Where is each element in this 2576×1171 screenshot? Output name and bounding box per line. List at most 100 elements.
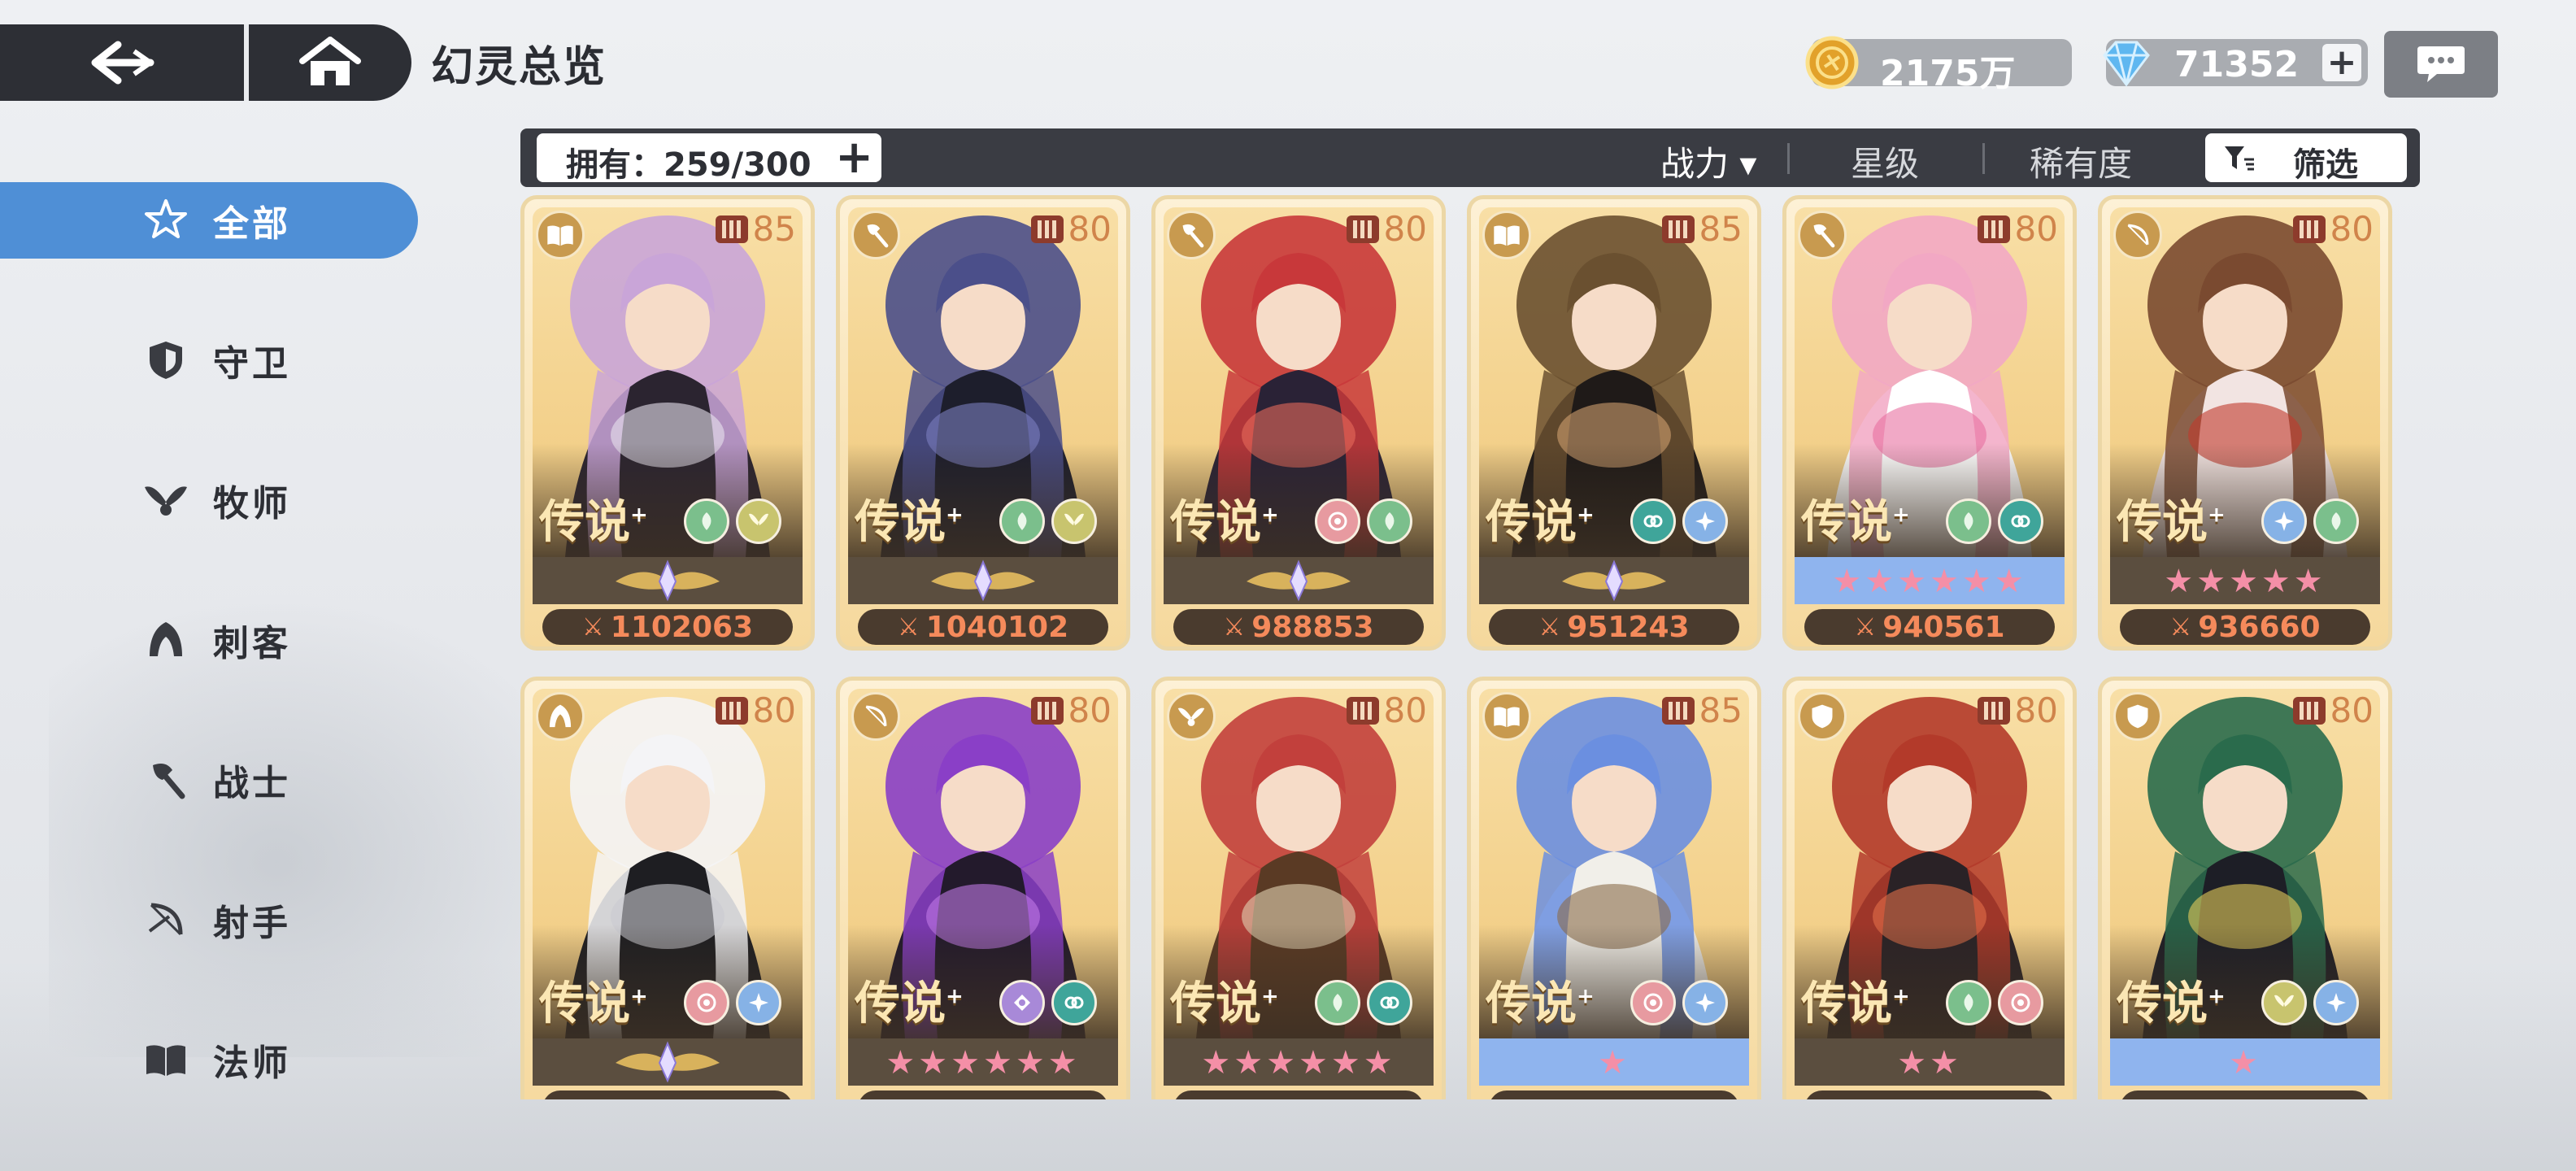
power-value xyxy=(542,1090,793,1099)
power-value xyxy=(858,1090,1108,1099)
sidebar-item-guardian[interactable]: 守卫 xyxy=(0,322,418,398)
star-band: ★★★★★ xyxy=(2110,557,2380,604)
filter-button[interactable]: 筛选 xyxy=(2205,133,2407,184)
element-icons xyxy=(684,980,781,1025)
level-display: 85 xyxy=(1661,690,1743,730)
crossed-swords-icon: ⚔ xyxy=(897,612,920,642)
element-icons xyxy=(1630,498,1728,544)
shield-icon xyxy=(2113,692,2162,741)
star-rating: ★ xyxy=(2229,1044,2261,1082)
level-value: 80 xyxy=(1068,690,1112,730)
book-icon xyxy=(143,1037,189,1082)
book-icon xyxy=(536,211,585,259)
rarity-text: 传说 xyxy=(539,495,630,549)
sidebar-item-label: 法师 xyxy=(213,1043,291,1084)
swirl-element-icon xyxy=(1998,980,2043,1025)
sidebar-item-archer[interactable]: 射手 xyxy=(0,882,418,958)
hero-card[interactable]: 80 传说+ ★★★★★★ ⚔ 940561 xyxy=(1782,195,2077,651)
bow-icon xyxy=(2113,211,2162,259)
rarity-text: 传说 xyxy=(2117,977,2208,1030)
chat-bubble-icon xyxy=(2417,46,2465,82)
star-band xyxy=(1479,557,1749,604)
level-value: 80 xyxy=(2330,690,2374,730)
level-display: 80 xyxy=(1346,209,1427,249)
star-band xyxy=(848,557,1118,604)
axe-icon xyxy=(1167,211,1216,259)
ice-element-icon xyxy=(736,980,781,1025)
element-icons xyxy=(999,498,1097,544)
sidebar-item-assassin[interactable]: 刺客 xyxy=(0,602,418,678)
leaf-element-icon xyxy=(999,498,1045,544)
level-value: 85 xyxy=(1699,209,1743,249)
element-icons xyxy=(2261,498,2359,544)
hero-card[interactable]: 85 传说+ ⚔ 951243 xyxy=(1467,195,1761,651)
level-icon xyxy=(1661,696,1695,725)
rarity-text: 传说 xyxy=(2117,495,2208,549)
crossed-swords-icon: ⚔ xyxy=(1854,612,1877,642)
leaf-element-icon xyxy=(1946,980,1991,1025)
star-band xyxy=(533,1038,803,1086)
rarity-text: 传说 xyxy=(855,977,946,1030)
back-button[interactable] xyxy=(0,24,244,101)
sidebar-item-mage[interactable]: 法师 xyxy=(0,1021,418,1098)
sort-by-star[interactable]: 星级 xyxy=(1851,137,1919,186)
power-number: 940561 xyxy=(1882,610,2005,644)
star-band: ★ xyxy=(1479,1038,1749,1086)
hero-card[interactable]: 80 传说+ ★ xyxy=(2098,677,2392,1099)
rarity-label: 传说+ xyxy=(1170,495,1279,549)
sidebar-item-priest[interactable]: 牧师 xyxy=(0,462,418,538)
level-value: 80 xyxy=(1383,690,1427,730)
owned-count-box[interactable]: 拥有：259/300 + xyxy=(537,133,881,184)
level-display: 80 xyxy=(1977,209,2058,249)
expand-capacity-button[interactable]: + xyxy=(835,133,873,182)
level-value: 80 xyxy=(752,690,796,730)
rarity-text: 传说 xyxy=(1486,977,1577,1030)
gem-counter: 71352 + xyxy=(2103,39,2368,87)
power-value xyxy=(2120,1090,2370,1099)
hero-card-grid: 85 传说+ ⚔1102063 80 传说+ ⚔1040102 80 传说+ xyxy=(520,195,2420,1099)
sidebar-item-label: 牧师 xyxy=(213,483,291,525)
sort-by-power[interactable]: 战力 ▾ xyxy=(1660,137,1756,186)
add-gems-button[interactable]: + xyxy=(2322,44,2361,81)
hero-card[interactable]: 80 传说+ ⚔ 1040102 xyxy=(836,195,1130,651)
hero-card[interactable]: 85 传说+ ★ xyxy=(1467,677,1761,1099)
power-value xyxy=(1804,1090,2055,1099)
gold-value: 2175万 xyxy=(1880,53,2016,94)
level-icon xyxy=(1030,215,1064,243)
filter-label: 筛选 xyxy=(2293,146,2358,184)
filter-bar: 拥有：259/300 + 战力 ▾ 星级 稀有度 筛选 xyxy=(520,128,2420,187)
power-number: 1102063 xyxy=(610,610,754,644)
level-display: 80 xyxy=(2292,690,2374,730)
element-icons xyxy=(1630,980,1728,1025)
home-button[interactable] xyxy=(249,24,411,101)
crossed-swords-icon: ⚔ xyxy=(581,612,604,642)
star-band: ★★★★★★ xyxy=(1164,1038,1434,1086)
star-band xyxy=(533,557,803,604)
hood-icon xyxy=(143,617,189,663)
hero-card[interactable]: 80 传说+ ★★★★★ ⚔ 936660 xyxy=(2098,195,2392,651)
sort-by-rarity[interactable]: 稀有度 xyxy=(2030,137,2132,186)
level-value: 80 xyxy=(1383,209,1427,249)
hero-card[interactable]: 80 传说+ ★★★★★★ xyxy=(1151,677,1446,1099)
star-rating: ★★★★★★ xyxy=(1832,563,2027,600)
hero-card[interactable]: 80 传说+ ★★ xyxy=(1782,677,2077,1099)
ring-element-icon xyxy=(1630,498,1676,544)
rarity-label: 传说+ xyxy=(1486,495,1595,549)
hero-card[interactable]: 80 传说+ xyxy=(520,677,815,1099)
hero-card[interactable]: 80 传说+ ⚔ 988853 xyxy=(1151,195,1446,651)
sidebar-item-warrior[interactable]: 战士 xyxy=(0,742,418,818)
level-display: 85 xyxy=(1661,209,1743,249)
chat-button[interactable] xyxy=(2384,31,2498,98)
hero-card[interactable]: 80 传说+ ★★★★★★ xyxy=(836,677,1130,1099)
rarity-label: 传说+ xyxy=(539,977,648,1030)
sidebar-item-all[interactable]: 全部 xyxy=(0,182,418,259)
wing-element-icon xyxy=(2261,980,2307,1025)
leaf-element-icon xyxy=(1946,498,1991,544)
hero-card[interactable]: 85 传说+ ⚔ 1102063 xyxy=(520,195,815,651)
star-band: ★ xyxy=(2110,1038,2380,1086)
bow-icon xyxy=(851,692,900,741)
rarity-label: 传说+ xyxy=(855,495,964,549)
element-icons xyxy=(684,498,781,544)
level-display: 80 xyxy=(1346,690,1427,730)
sidebar-item-label: 刺客 xyxy=(213,623,291,664)
